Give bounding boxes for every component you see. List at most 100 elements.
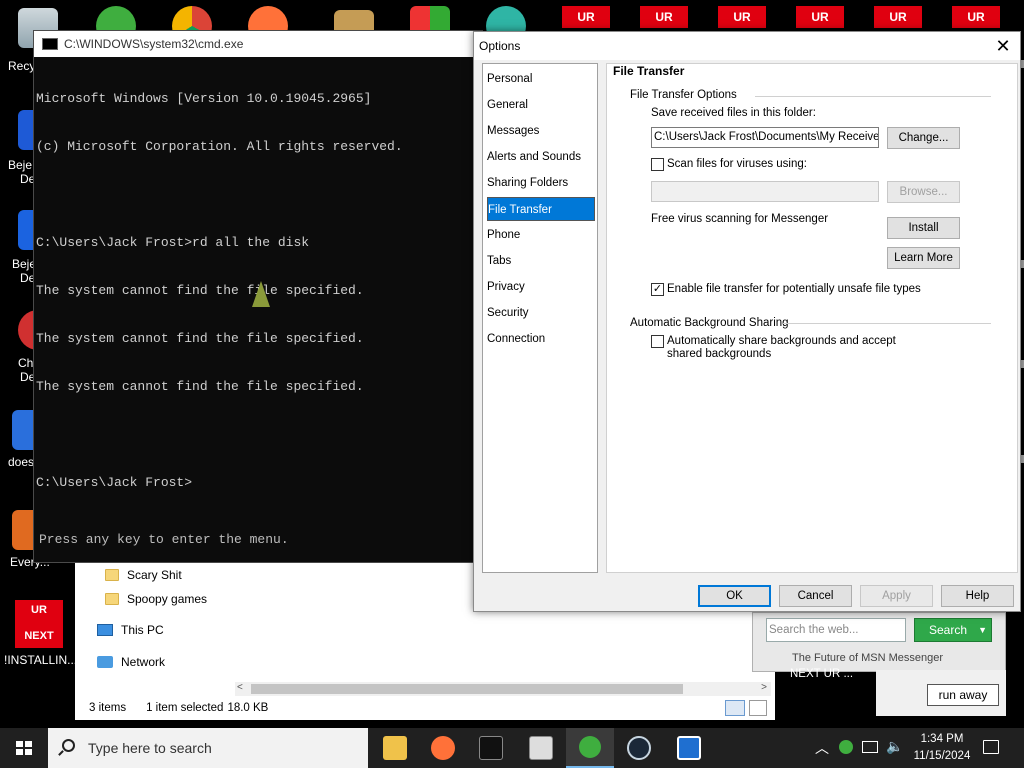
search-handle-icon [58,750,64,756]
ur-badge[interactable]: UR [874,6,922,28]
change-button[interactable]: Change... [887,127,960,149]
folder-icon [105,569,119,581]
ur-badge[interactable]: UR [952,6,1000,28]
nav-label: Network [121,655,166,669]
install-button[interactable]: Install [887,217,960,239]
file-explorer-icon[interactable] [383,736,407,760]
next-ur-label: NEXT UR ... [790,668,854,680]
details-view-icon[interactable] [725,700,745,716]
options-dialog[interactable]: Options ✕ Personal General Messages Aler… [473,31,1021,612]
folder-name: Scary Shit [127,568,182,582]
taskbar-search-box[interactable]: Type here to search [48,728,368,768]
scanner-path-field[interactable] [651,181,879,202]
network-icon[interactable] [862,741,878,753]
nav-item-this-pc[interactable]: This PC [97,623,164,637]
category-privacy[interactable]: Privacy [487,275,595,299]
dialog-title-bar[interactable]: Options ✕ [474,32,1020,60]
search-icon [62,739,75,752]
ur-tile-line1: UR [31,604,47,616]
category-sharing-folders[interactable]: Sharing Folders [487,171,595,195]
share-backgrounds-label-line1: Automatically share backgrounds and acce… [667,335,896,347]
steam-icon[interactable] [627,736,651,760]
desktop-label-does: does [8,455,35,469]
search-button[interactable]: Search ▼ [914,618,992,642]
dropdown-arrow-icon[interactable]: ▼ [978,619,987,641]
run-away-button[interactable]: run away [927,684,999,706]
category-phone[interactable]: Phone [487,223,595,247]
ur-installer-tile[interactable]: UR NEXT [15,600,63,648]
firefox-icon[interactable] [431,736,455,760]
tiles-view-icon[interactable] [749,700,767,716]
desktop-label-ch: Ch [18,356,34,370]
browse-button[interactable]: Browse... [887,181,960,203]
unsafe-files-label: Enable file transfer for potentially uns… [667,283,921,295]
scan-viruses-checkbox[interactable] [651,158,664,171]
clock[interactable]: 1:34 PM 11/15/2024 [906,731,978,765]
category-alerts[interactable]: Alerts and Sounds [487,145,595,169]
learn-more-button[interactable]: Learn More [887,247,960,269]
ur-badge[interactable]: UR [718,6,766,28]
messenger-taskbar-active[interactable] [566,728,614,768]
list-item[interactable]: Scary Shit [105,568,182,582]
console-output[interactable]: Microsoft Windows [Version 10.0.19045.29… [34,57,482,562]
console-line: The system cannot find the file specifie… [36,379,364,394]
network-icon [97,656,113,668]
dialog-title: Options [479,39,521,53]
horizontal-scrollbar[interactable]: < > [235,682,771,696]
nav-item-network[interactable]: Network [97,655,165,669]
group-title-file-transfer: File Transfer Options [630,89,737,101]
cmd-icon[interactable] [479,736,503,760]
category-connection[interactable]: Connection [487,327,595,351]
status-items: 3 items [89,702,127,714]
apply-button[interactable]: Apply [860,585,933,607]
category-file-transfer[interactable]: File Transfer [487,197,595,221]
window-app-icon[interactable] [677,736,701,760]
notification-icon[interactable] [983,740,999,754]
category-list[interactable]: Personal General Messages Alerts and Sou… [482,63,598,573]
app-window-icon[interactable] [529,736,553,760]
ur-badge[interactable]: UR [640,6,688,28]
scroll-right-icon[interactable]: > [761,682,767,693]
scrollbar-thumb[interactable] [251,684,683,694]
desktop-label-bejeweled: Beje [8,158,33,172]
cancel-button[interactable]: Cancel [779,585,852,607]
save-folder-label: Save received files in this folder: [651,107,816,119]
save-folder-field[interactable]: C:\Users\Jack Frost\Documents\My Receive… [651,127,879,148]
messenger-search-panel: Search the web... Search ▼ The Future of… [752,612,1006,672]
folder-name: Spoopy games [127,592,208,606]
ur-badge[interactable]: UR [562,6,610,28]
category-personal[interactable]: Personal [487,67,595,91]
volume-icon[interactable]: 🔈 [886,738,903,755]
status-selected: 1 item selected [146,702,224,714]
category-general[interactable]: General [487,93,595,117]
ur-tile-line2: NEXT [24,630,54,642]
cmd-title-bar[interactable]: C:\WINDOWS\system32\cmd.exe [34,31,482,57]
ur-badge[interactable]: UR [796,6,844,28]
group-title-background-sharing: Automatic Background Sharing [630,317,789,329]
category-messages[interactable]: Messages [487,119,595,143]
chevron-up-icon[interactable]: ︿ [815,738,829,758]
help-button[interactable]: Help [941,585,1014,607]
share-backgrounds-checkbox[interactable] [651,335,664,348]
clock-date: 11/15/2024 [913,750,971,762]
start-button[interactable] [0,728,48,768]
panel-heading: File Transfer [613,64,685,78]
nav-label: This PC [121,623,164,637]
messenger-tray-icon[interactable] [839,740,853,754]
console-footer: Press any key to enter the menu. [39,532,289,547]
list-item[interactable]: Spoopy games [105,592,207,606]
close-icon[interactable]: ✕ [992,35,1014,57]
free-scan-label: Free virus scanning for Messenger [651,213,829,225]
scroll-left-icon[interactable]: < [237,682,243,693]
category-tabs[interactable]: Tabs [487,249,595,273]
category-security[interactable]: Security [487,301,595,325]
cmd-window[interactable]: C:\WINDOWS\system32\cmd.exe Microsoft Wi… [33,30,483,563]
group-divider [783,323,991,324]
unsafe-files-checkbox[interactable]: ✓ [651,283,664,296]
ok-button[interactable]: OK [698,585,771,607]
console-icon [42,38,58,50]
group-divider [755,96,991,97]
web-search-input[interactable]: Search the web... [766,618,906,642]
